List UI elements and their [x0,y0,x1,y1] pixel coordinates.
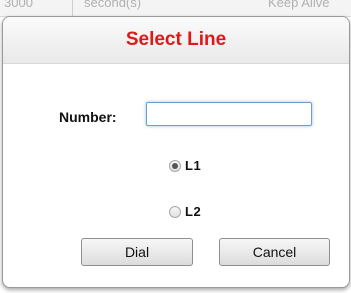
background-table-row: 3000 second(s) Keep Alive [0,0,351,17]
dialog-title: Select Line [125,29,227,50]
radio-l1[interactable] [169,159,181,172]
number-label: Number: [59,109,117,125]
radio-l2[interactable] [169,205,181,218]
cancel-button[interactable]: Cancel [219,238,330,266]
column-divider [72,0,73,16]
dial-button[interactable]: Dial [81,238,193,266]
line-l1-label: L1 [185,158,202,173]
line-option-l2[interactable]: L2 [169,204,201,219]
number-input[interactable] [146,102,312,126]
line-l2-label: L2 [185,204,202,219]
background-cell-unit: second(s) [84,0,142,10]
background-cell-label: Keep Alive [268,0,330,10]
select-line-dialog: Select Line Number: L1 L2 Dial Cancel [2,16,350,288]
line-option-l1[interactable]: L1 [169,158,201,173]
background-cell-value: 3000 [4,0,33,10]
dialog-titlebar[interactable]: Select Line [3,17,349,64]
